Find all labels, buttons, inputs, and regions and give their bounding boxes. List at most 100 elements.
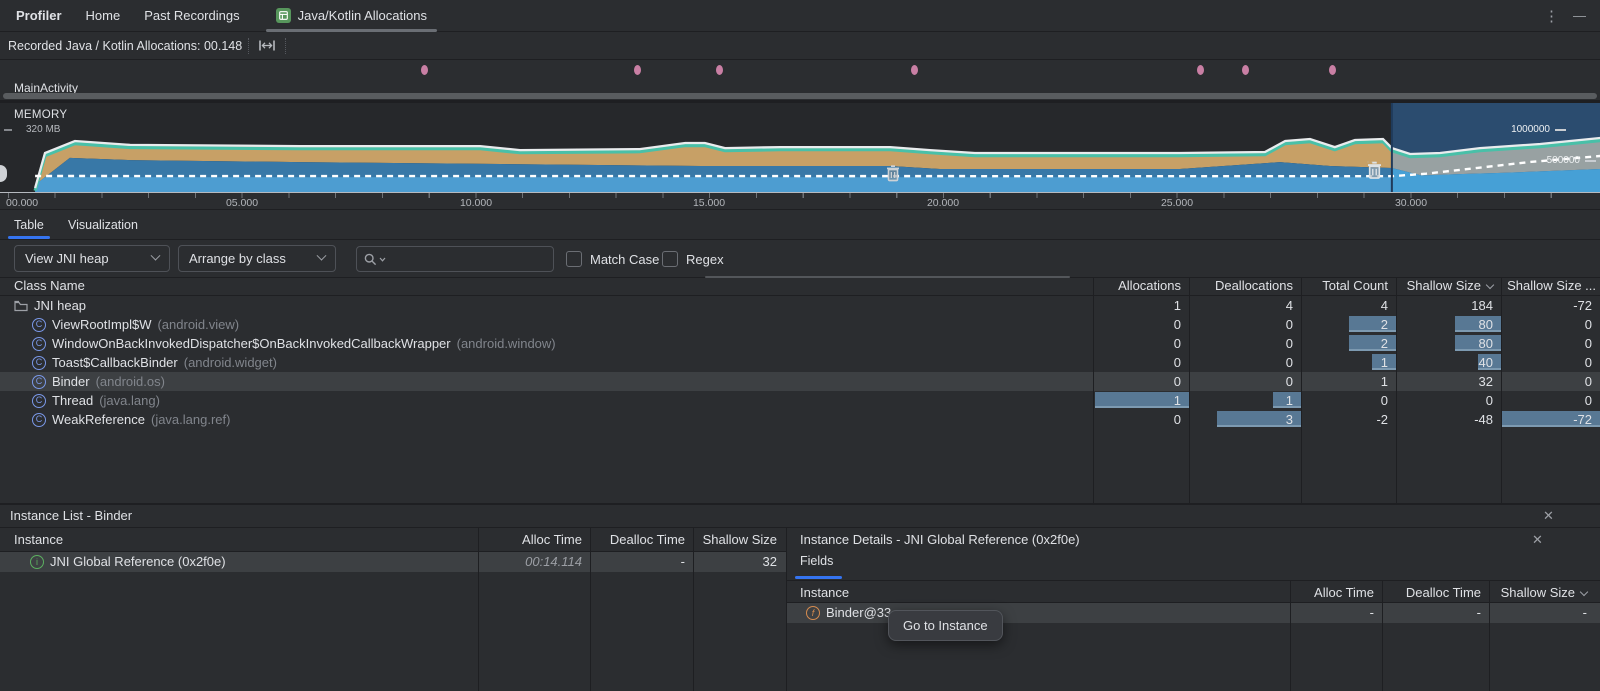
allocation-event-dot bbox=[1242, 65, 1249, 75]
table-row-windowonbackinvokeddispatcher[interactable]: C WindowOnBackInvokedDispatcher$OnBackIn… bbox=[0, 334, 1600, 353]
chevron-down-icon bbox=[317, 251, 327, 261]
column-header-dealloc-time[interactable]: Dealloc Time bbox=[590, 532, 693, 552]
table-row-thread[interactable]: C Thread (java.lang) 1 1 0 0 0 bbox=[0, 391, 1600, 410]
table-row-binder-selected[interactable]: C Binder (android.os) 0 0 1 32 0 bbox=[0, 372, 1600, 391]
class-icon: C bbox=[32, 394, 46, 408]
allocation-event-dot bbox=[1329, 65, 1336, 75]
close-icon[interactable]: ✕ bbox=[1532, 532, 1543, 548]
column-header-shallow-size[interactable]: Shallow Size bbox=[693, 532, 785, 552]
field-shallow-size: - bbox=[1489, 603, 1595, 623]
class-package: (android.widget) bbox=[184, 353, 277, 372]
activity-lifecycle-bar bbox=[3, 93, 1597, 99]
axis-tick-label: 15.000 bbox=[693, 197, 725, 209]
axis-tick-label: 05.000 bbox=[226, 197, 258, 209]
more-options-icon[interactable]: ⋮ bbox=[1544, 7, 1559, 25]
memory-timeline-chart[interactable]: MEMORY 320 MB 1000000 500000 bbox=[0, 103, 1600, 192]
instance-details-title: Instance Details - JNI Global Reference … bbox=[800, 532, 1080, 547]
column-header-alloc-time[interactable]: Alloc Time bbox=[478, 532, 590, 552]
column-header-alloc-time[interactable]: Alloc Time bbox=[1290, 585, 1382, 605]
instance-alloc-time: 00:14.114 bbox=[478, 552, 590, 572]
class-icon: C bbox=[32, 413, 46, 427]
instance-icon: i bbox=[30, 555, 44, 569]
zoom-to-fit-button[interactable] bbox=[255, 36, 279, 56]
session-toolbar: Recorded Java / Kotlin Allocations: 00.1… bbox=[0, 32, 1600, 60]
heap-select[interactable]: View JNI heap bbox=[14, 245, 170, 272]
column-divider bbox=[1093, 278, 1094, 503]
class-icon: C bbox=[32, 375, 46, 389]
instance-name: JNI Global Reference (0x2f0e) bbox=[50, 552, 226, 572]
allocations-tab-icon bbox=[276, 8, 291, 23]
tab-java-kotlin-allocations[interactable]: Java/Kotlin Allocations bbox=[266, 0, 437, 32]
regex-checkbox[interactable] bbox=[662, 251, 678, 267]
column-header-dealloc-time[interactable]: Dealloc Time bbox=[1382, 585, 1489, 605]
memory-chart-title: MEMORY bbox=[14, 109, 67, 121]
search-input[interactable] bbox=[392, 252, 532, 267]
column-divider bbox=[693, 528, 694, 691]
allocation-event-dot bbox=[911, 65, 918, 75]
column-header-shallow-size-diff[interactable]: Shallow Size ... bbox=[1501, 278, 1596, 293]
column-divider bbox=[1189, 278, 1190, 503]
object-count-tick bbox=[1585, 160, 1596, 162]
menu-item-go-to-instance[interactable]: Go to Instance bbox=[903, 618, 988, 633]
recorded-session-label: Recorded Java / Kotlin Allocations: 00.1… bbox=[8, 39, 242, 53]
axis-tick-label: 20.000 bbox=[927, 197, 959, 209]
tab-table[interactable]: Table bbox=[14, 210, 44, 239]
context-menu: Go to Instance bbox=[888, 610, 1003, 641]
column-header-shallow-size[interactable]: Shallow Size bbox=[1396, 278, 1493, 293]
column-divider bbox=[1290, 580, 1291, 691]
close-icon[interactable]: ✕ bbox=[1543, 508, 1554, 524]
regex-label: Regex bbox=[686, 252, 724, 267]
tab-past-recordings[interactable]: Past Recordings bbox=[144, 8, 239, 23]
class-table-header: Class Name Allocations Deallocations Tot… bbox=[0, 278, 1600, 296]
field-instance-name: Binder@33 bbox=[826, 603, 891, 623]
table-row-jni-heap[interactable]: JNI heap 1 4 4 184 -72 bbox=[0, 296, 1600, 315]
window-actions: ⋮ — bbox=[1544, 7, 1586, 25]
class-icon: C bbox=[32, 318, 46, 332]
column-header-total-count[interactable]: Total Count bbox=[1301, 278, 1388, 293]
column-header-instance[interactable]: Instance bbox=[14, 532, 63, 547]
instance-row-jni-global-reference[interactable]: i JNI Global Reference (0x2f0e) 00:14.11… bbox=[0, 552, 786, 572]
column-header-allocations[interactable]: Allocations bbox=[1093, 278, 1181, 293]
tab-visualization[interactable]: Visualization bbox=[68, 210, 138, 239]
column-header-shallow-size[interactable]: Shallow Size bbox=[1489, 585, 1595, 605]
tab-home[interactable]: Home bbox=[86, 8, 121, 23]
object-count-tick bbox=[1555, 129, 1566, 131]
allocation-event-dot bbox=[421, 65, 428, 75]
match-case-checkbox[interactable] bbox=[566, 251, 582, 267]
search-icon bbox=[364, 253, 377, 266]
view-tabs: Table Visualization bbox=[0, 210, 1600, 240]
column-divider bbox=[478, 528, 479, 691]
column-header-shallow-size-label: Shallow Size bbox=[703, 532, 777, 547]
table-row-toast-callbackbinder[interactable]: C Toast$CallbackBinder (android.widget) … bbox=[0, 353, 1600, 372]
axis-tick-label: 10.000 bbox=[460, 197, 492, 209]
class-name: WindowOnBackInvokedDispatcher$OnBackInvo… bbox=[52, 334, 451, 353]
table-row-weakreference[interactable]: C WeakReference (java.lang.ref) 0 3 -2 -… bbox=[0, 410, 1600, 429]
search-field[interactable] bbox=[356, 246, 554, 272]
class-package: (android.window) bbox=[457, 334, 556, 353]
minimize-icon[interactable]: — bbox=[1573, 8, 1586, 23]
table-row-viewrootimpl[interactable]: C ViewRootImpl$W (android.view) 0 0 2 80… bbox=[0, 315, 1600, 334]
sort-descending-icon bbox=[1486, 281, 1494, 289]
column-header-shallow-size-label: Shallow Size bbox=[1501, 585, 1575, 600]
tab-fields[interactable]: Fields bbox=[800, 554, 833, 576]
field-alloc-time: - bbox=[1290, 603, 1382, 623]
class-package: (android.view) bbox=[157, 315, 239, 334]
column-header-shallow-size-label: Shallow Size bbox=[1407, 278, 1481, 293]
allocation-event-dot bbox=[634, 65, 641, 75]
time-axis: 00.000 05.000 10.000 15.000 20.000 25.00… bbox=[0, 192, 1600, 209]
class-package: (java.lang.ref) bbox=[151, 410, 230, 429]
class-name: ViewRootImpl$W bbox=[52, 315, 151, 334]
axis-tick-label: 30.000 bbox=[1395, 197, 1427, 209]
column-divider bbox=[590, 528, 591, 691]
class-table: Class Name Allocations Deallocations Tot… bbox=[0, 278, 1600, 503]
class-name: Thread bbox=[52, 391, 93, 410]
arrange-select[interactable]: Arrange by class bbox=[178, 245, 336, 272]
column-header-deallocations[interactable]: Deallocations bbox=[1189, 278, 1293, 293]
column-header-instance[interactable]: Instance bbox=[800, 585, 849, 600]
profiler-menu-label: Profiler bbox=[16, 8, 62, 23]
column-header-class-name[interactable]: Class Name bbox=[14, 278, 85, 293]
object-count-label-500k: 500000 bbox=[1547, 155, 1580, 166]
y-axis-label: 320 MB bbox=[26, 124, 60, 135]
field-icon: f bbox=[806, 606, 820, 620]
column-divider bbox=[1489, 580, 1490, 691]
